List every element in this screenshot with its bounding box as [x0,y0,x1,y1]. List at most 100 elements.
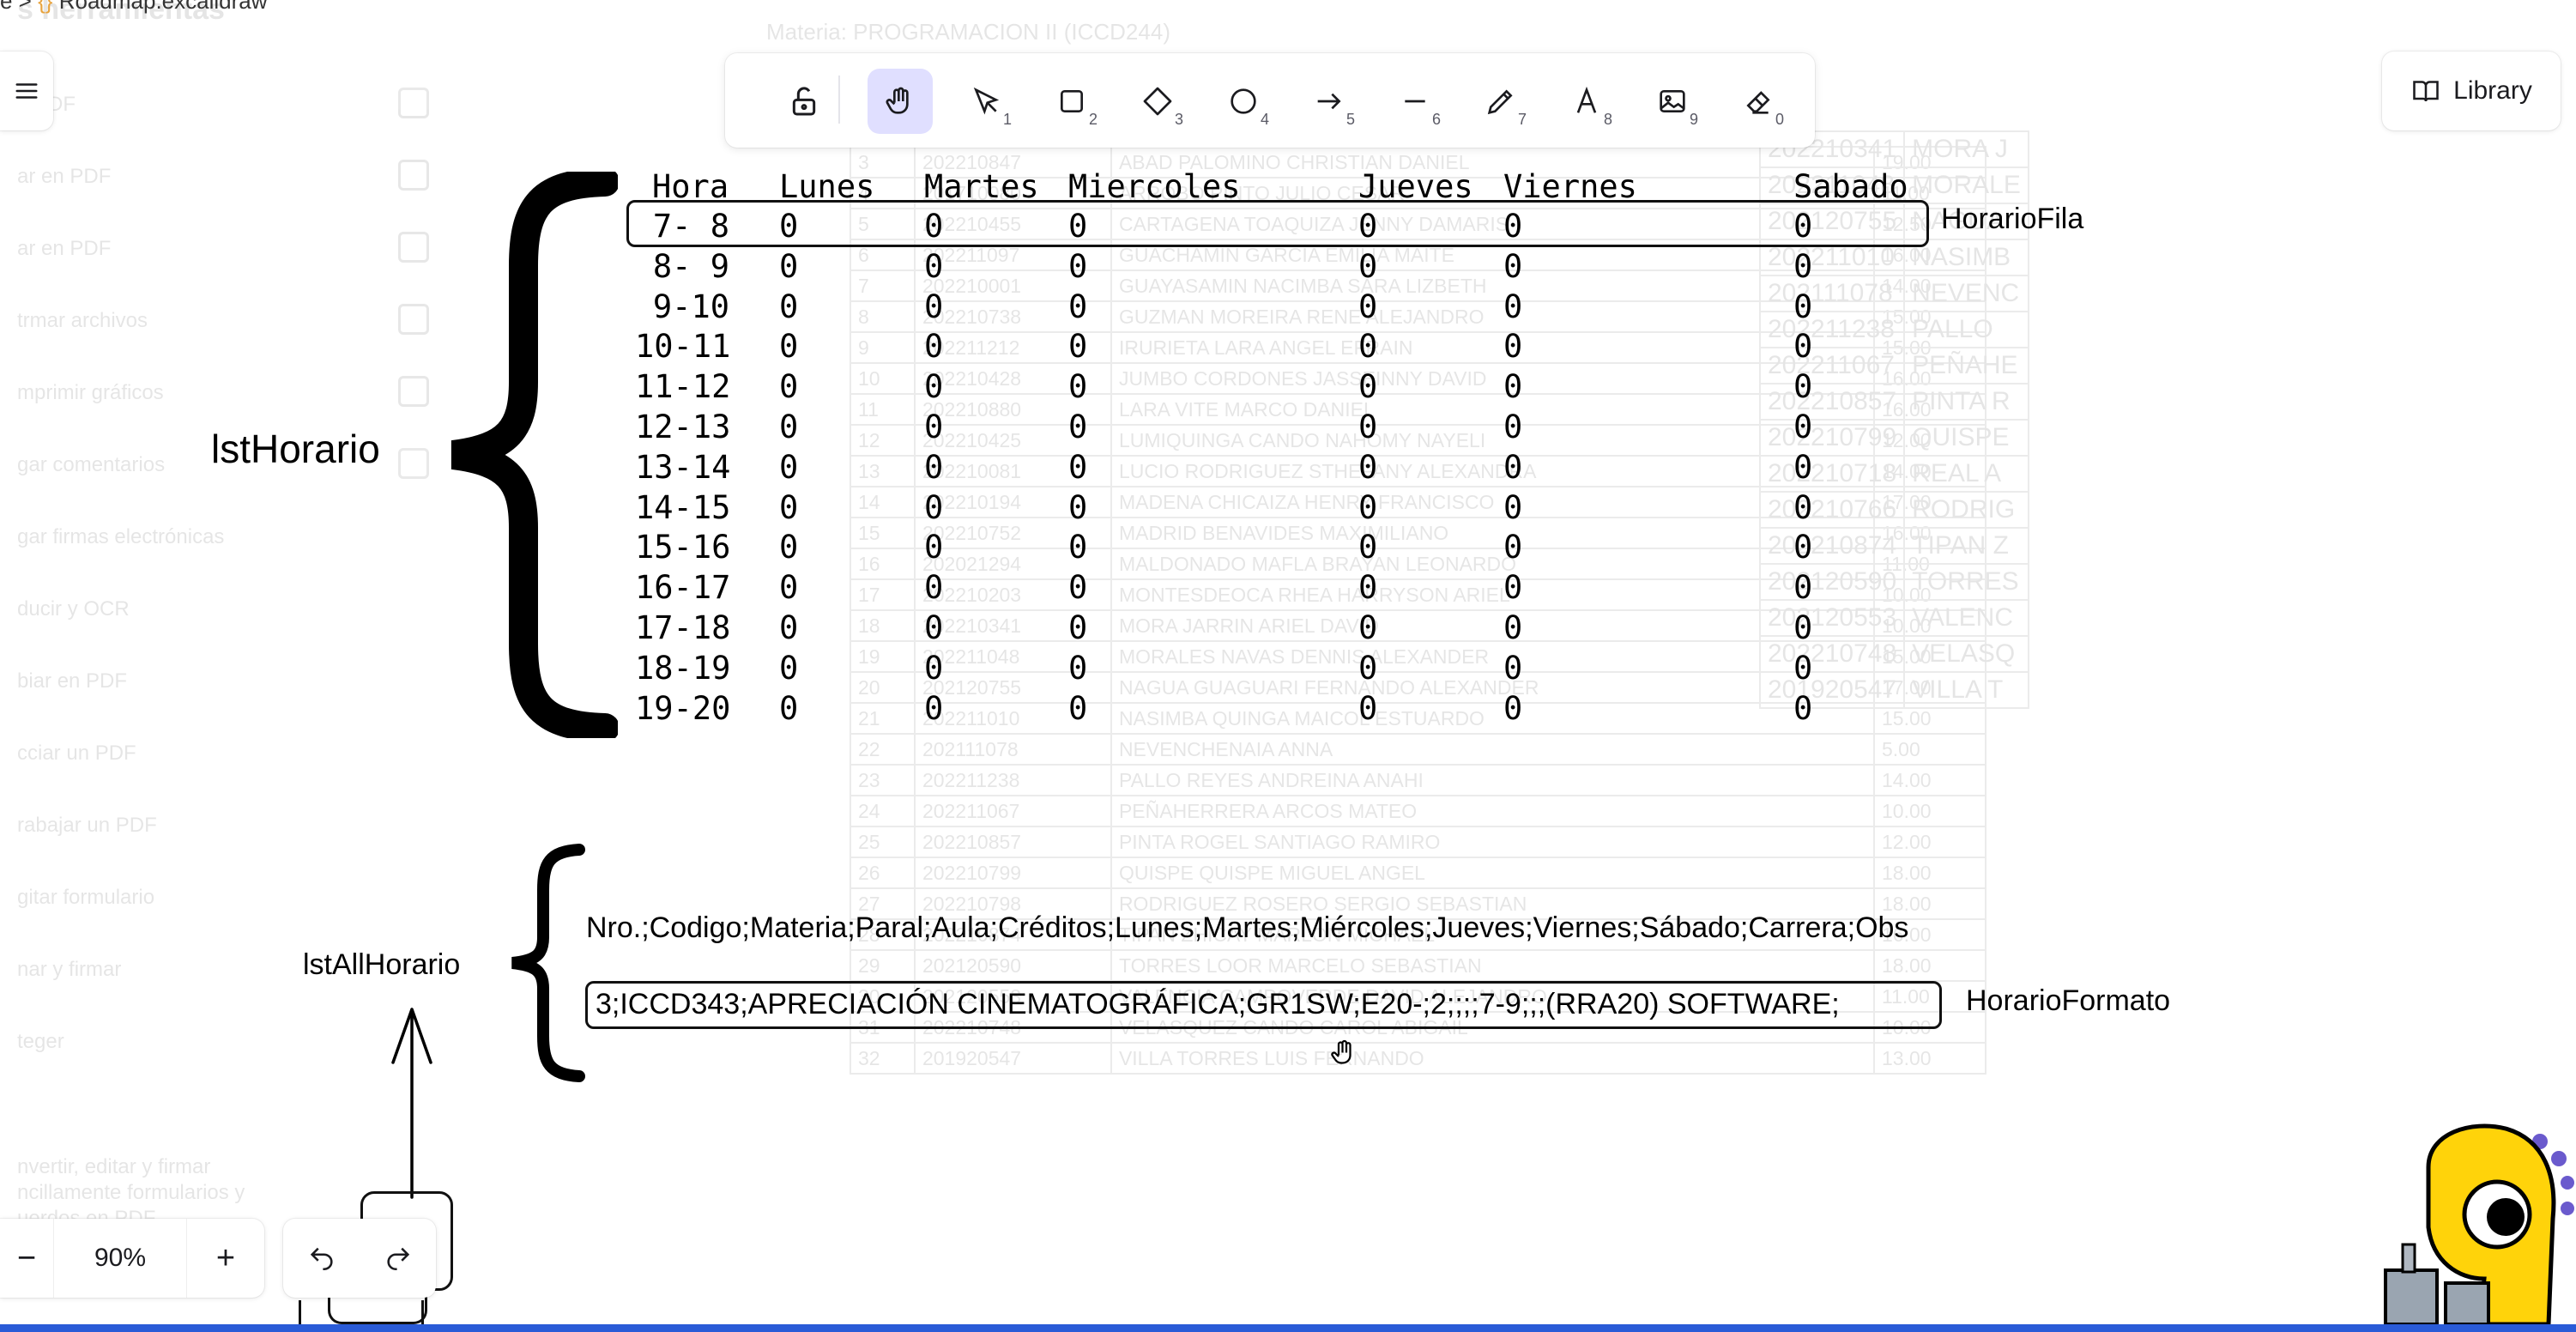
bg-table-cell: 202210799 [913,857,1112,889]
bg-table-row: 24 202211067 PEÑAHERRERA ARCOS MATEO 10.00 [850,795,1986,827]
zoom-out-button[interactable]: − [0,1219,53,1298]
arrow-right-icon [1317,93,1341,110]
schedule-cell: 0 [1068,448,1088,486]
mascot-icon [2384,1123,2574,1324]
schedule-cell: 0 [779,409,799,445]
bg-right-cell: 202210799 [1758,419,1906,457]
bg-table-row: 16 202021294 MALDONADO MAFLA BRAYAN LEONAR… [850,548,1986,580]
schedule-cell: 0 [1358,689,1378,727]
bg-table-row: 21 202211010 NASIMBA QUINGA MAICOL ESTUARD… [850,702,1986,735]
library-button[interactable]: Library [2382,51,2561,130]
bg-right-cell: MORA J [1903,130,2029,168]
bg-table-cell: 14.00 [1873,455,1986,487]
schedule-hour: 17-18 [635,609,731,646]
line-tool[interactable]: 6 [1382,69,1448,134]
small-brace[interactable] [502,843,588,1083]
lst-horario-label[interactable]: lstHorario [211,426,380,472]
bg-right-cell: 202111078 [1758,275,1906,312]
text-tool[interactable]: 8 [1554,69,1619,134]
bg-table-cell: NASIMBA QUINGA MAICOL ESTUARDO [1110,702,1876,735]
image-tool[interactable]: 9 [1640,69,1705,134]
text-icon [1576,86,1597,113]
toolbar-separator [838,76,840,124]
lst-all-horario-label[interactable]: lstAllHorario [303,948,460,982]
schedule-cell: 0 [924,448,944,486]
bg-table-cell: 15.00 [1873,640,1986,673]
bg-sidebar-item: gitar formulario [17,886,155,909]
schedule-hour: 19-20 [635,689,731,727]
bg-table-cell: 202211238 [913,764,1112,796]
schedule-cell: 0 [924,529,944,566]
bg-table-cell: 7 [850,269,916,302]
bg-sidebar-icon [398,448,429,479]
bg-sidebar-icon [398,160,429,191]
schedule-cell: 0 [1793,328,1813,366]
bg-table-cell: 21 [850,702,916,735]
large-brace[interactable] [429,172,618,738]
file-name[interactable]: Roadmap.excalidraw [59,0,268,14]
bg-table-cell: MORALES NAVAS DENNIS ALEXANDER [1110,640,1876,673]
draw-tool[interactable]: 7 [1468,69,1533,134]
horario-fila-box[interactable] [626,200,1929,247]
undo-button[interactable] [283,1219,360,1298]
select-tool[interactable]: 1 [953,69,1019,134]
bg-right-cell: PEÑAHE [1903,347,2029,384]
rectangle-tool[interactable]: 2 [1039,69,1104,134]
bg-table-cell: 26 [850,857,916,889]
bg-table-cell: 16.00 [1873,517,1986,549]
bg-sidebar-item: nar y firmar [17,958,122,981]
bg-table-cell: 15.00 [1873,331,1986,364]
tool-key: 7 [1517,111,1527,128]
bg-sidebar-item: teger [17,1030,64,1053]
up-arrow[interactable] [386,1004,438,1202]
zoom-in-button[interactable]: + [187,1219,264,1298]
bg-table-cell: 15 [850,517,916,549]
line-icon [1405,100,1425,103]
bg-table-cell: PEÑAHERRERA ARCOS MATEO [1110,795,1876,827]
tool-key: 1 [1002,111,1012,128]
eraser-tool[interactable]: 0 [1726,69,1791,134]
bg-table-row: 20 202120755 NAGUA GUAGUARI FERNANDO ALEXA… [850,671,1986,704]
bg-table-cell: TORRES LOOR MARCELO SEBASTIAN [1110,949,1876,982]
circle-icon [1231,88,1256,114]
horario-formato-label[interactable]: HorarioFormato [1966,984,2170,1018]
schedule-cell: 0 [1358,328,1378,366]
bg-table-cell: 13.00 [1873,1042,1986,1075]
schedule-cell: 0 [1068,409,1088,445]
bg-table-cell: LUMIQUINGA CANDO NAHOMY NAYELI [1110,424,1876,457]
bg-sidebar-item: rabajar un PDF [17,814,157,837]
schedule-cell: 0 [1358,529,1378,566]
pencil-icon [1487,89,1513,115]
bg-sidebar-item: ducir y OCR [17,597,130,621]
bg-right-cell: 202211067 [1758,347,1906,384]
csv-row-text[interactable]: 3;ICCD343;APRECIACIÓN CINEMATOGRÁFICA;GR… [596,988,1840,1021]
bg-right-cell: 202211238 [1758,311,1906,348]
schedule-cell: 0 [1503,488,1523,526]
schedule-cell: 0 [1068,649,1088,687]
bg-right-cell: 202120553 [1758,599,1906,637]
schedule-hour: 11-12 [635,368,731,406]
csv-header-text[interactable]: Nro.;Codigo;Materia;Paral;Aula;Créditos;… [586,911,1908,945]
arrow-tool[interactable]: 5 [1297,69,1362,134]
diamond-tool[interactable]: 3 [1125,69,1190,134]
ellipse-tool[interactable]: 4 [1211,69,1276,134]
book-open-icon [2413,81,2439,102]
zoom-controls: − 90% + [0,1219,264,1298]
bg-right-cell: 202210748 [1758,635,1906,673]
zoom-reset-button[interactable]: 90% [53,1219,187,1298]
menu-button[interactable] [0,51,53,130]
redo-button[interactable] [360,1219,436,1298]
bg-right-cell: VILLA T [1903,671,2029,709]
bg-table-cell: 24 [850,795,916,827]
bg-right-cell: REAL A [1903,455,2029,493]
bg-sidebar-icon [398,232,429,263]
schedule-cell: 0 [924,609,944,646]
schedule-cell: 0 [1503,529,1523,566]
bg-table-cell: 12 [850,424,916,457]
horario-fila-label[interactable]: HorarioFila [1941,203,2083,236]
library-label: Library [2453,76,2532,105]
bg-sidebar-item: mprimir gráficos [17,381,164,404]
hand-tool[interactable] [868,69,933,134]
schedule-cell: 0 [1503,649,1523,687]
lock-button[interactable] [771,69,837,134]
